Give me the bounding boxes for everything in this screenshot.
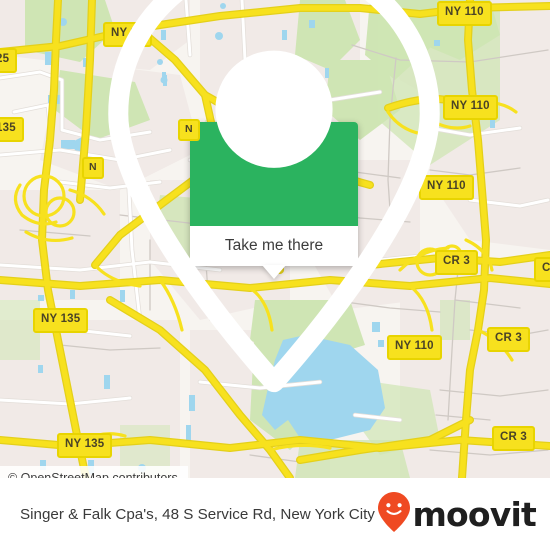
map-page: .mw { fill:none; stroke:#f7e11e; stroke-… [0, 0, 550, 550]
moovit-pin-smiley-icon [377, 491, 411, 538]
map-pin-icon [0, 0, 549, 413]
popup-pointer-tail [262, 265, 286, 279]
moovit-brand[interactable]: moovit [377, 491, 537, 538]
road-shield-cr3-3: CR 3 [492, 426, 536, 451]
moovit-wordmark: moovit [412, 494, 536, 534]
road-shield-ny135-2: NY 135 [57, 433, 113, 458]
footer-bar: Singer & Falk Cpa's, 48 S Service Rd, Ne… [0, 478, 550, 550]
osm-attribution[interactable]: © OpenStreetMap contributors [0, 466, 188, 478]
road-shield-n-1: N [178, 119, 200, 141]
map-canvas[interactable]: .mw { fill:none; stroke:#f7e11e; stroke-… [0, 0, 550, 478]
location-title: Singer & Falk Cpa's, 48 S Service Rd, Ne… [20, 505, 375, 523]
popup-pin-panel [108, 0, 440, 393]
location-popup-card[interactable]: Take me there [108, 0, 440, 393]
